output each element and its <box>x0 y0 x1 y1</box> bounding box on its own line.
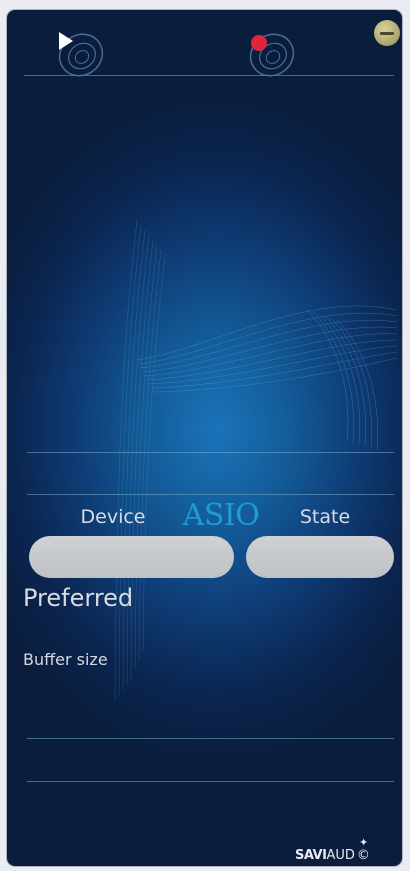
brand-aud: AUD <box>326 848 355 863</box>
divider-upper-2 <box>27 494 394 495</box>
device-label: Device <box>80 506 146 528</box>
brand-savi: SAVI <box>295 848 327 863</box>
divider-lower-2 <box>27 781 394 782</box>
brand-logo: SAVIAUD © ✦ <box>295 836 395 866</box>
minimize-icon <box>380 31 394 35</box>
divider-lower-1 <box>27 738 394 739</box>
record-icon <box>249 33 295 77</box>
device-select[interactable] <box>29 536 234 578</box>
copyright-symbol: © <box>356 848 370 863</box>
state-label: State <box>299 506 351 528</box>
record-button[interactable] <box>240 30 300 80</box>
divider-upper-1 <box>27 452 394 453</box>
play-icon <box>58 32 104 77</box>
play-button[interactable] <box>51 30 111 80</box>
buffer-size-label: Buffer size <box>23 650 108 669</box>
minimize-button[interactable] <box>374 20 400 46</box>
sparkle-icon: ✦ <box>359 836 369 849</box>
asio-title: ASIO <box>182 498 260 533</box>
state-field[interactable] <box>246 536 394 578</box>
preferred-label: Preferred <box>23 584 134 612</box>
asio-panel: Device ASIO State Preferred Buffer size … <box>7 10 402 866</box>
